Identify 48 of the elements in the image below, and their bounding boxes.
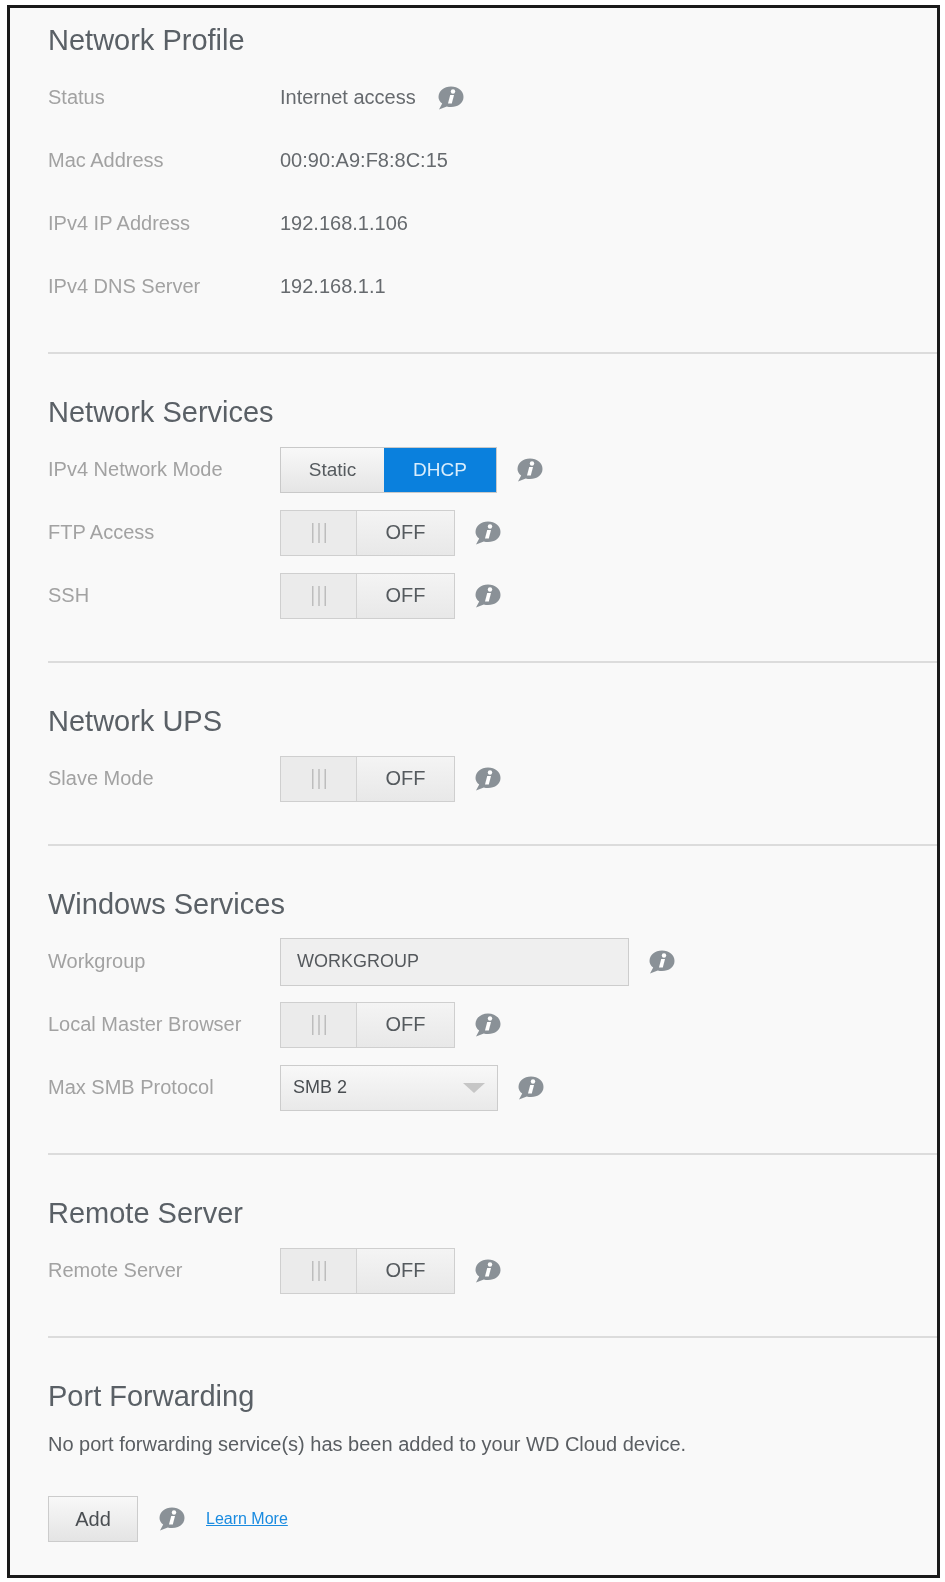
field-label: FTP Access xyxy=(48,521,156,544)
section-title: Network Profile xyxy=(48,23,246,57)
segment-option[interactable]: DHCP xyxy=(384,447,496,492)
info-icon[interactable] xyxy=(473,583,501,608)
toggle-switch[interactable]: OFF xyxy=(280,1247,455,1294)
grip-icon xyxy=(310,522,327,543)
field-label: Mac Address xyxy=(48,149,165,172)
info-icon[interactable] xyxy=(515,457,543,482)
toggle-switch[interactable]: OFF xyxy=(280,509,455,556)
info-icon[interactable] xyxy=(473,1012,501,1037)
grip-icon xyxy=(310,768,327,789)
info-icon[interactable] xyxy=(157,1507,185,1531)
field-label: SSH xyxy=(48,584,91,607)
field-value: 00:90:A9:F8:8C:15 xyxy=(280,149,448,172)
add-button[interactable]: Add xyxy=(48,1496,138,1542)
info-icon[interactable] xyxy=(473,766,501,791)
field-value: Internet access xyxy=(280,86,416,109)
field-label: IPv4 Network Mode xyxy=(48,458,224,481)
grip-icon xyxy=(310,1014,327,1035)
info-icon[interactable] xyxy=(473,1258,501,1283)
toggle-switch[interactable]: OFF xyxy=(280,1001,455,1048)
toggle-switch[interactable]: OFF xyxy=(280,572,455,619)
section-title: Port Forwarding xyxy=(48,1379,256,1413)
field-label: Workgroup xyxy=(48,950,147,973)
message-text: No port forwarding service(s) has been added to your WD Cloud device. xyxy=(48,1432,688,1456)
field-label: Slave Mode xyxy=(48,767,155,790)
field-value: 192.168.1.106 xyxy=(280,212,408,235)
dropdown-select[interactable]: SMB 2 xyxy=(280,1064,498,1111)
section-title: Network Services xyxy=(48,395,275,429)
section-title: Remote Server xyxy=(48,1196,244,1230)
section-title: Windows Services xyxy=(48,887,286,921)
field-value: 192.168.1.1 xyxy=(280,275,386,298)
toggle-switch[interactable]: OFF xyxy=(280,755,455,802)
grip-icon xyxy=(310,585,327,606)
text-field[interactable]: WORKGROUP xyxy=(280,937,629,986)
field-label: Remote Server xyxy=(48,1259,184,1282)
field-label: IPv4 IP Address xyxy=(48,212,191,235)
field-label: IPv4 DNS Server xyxy=(48,275,202,298)
info-icon[interactable] xyxy=(647,949,675,974)
field-label: Local Master Browser xyxy=(48,1013,243,1036)
section-title: Network UPS xyxy=(48,704,224,738)
field-label: Status xyxy=(48,86,106,109)
grip-icon xyxy=(310,1260,327,1281)
learn-more-link[interactable]: Learn More xyxy=(206,1510,288,1528)
info-icon[interactable] xyxy=(516,1075,544,1100)
caret-icon xyxy=(463,1082,485,1093)
info-icon[interactable] xyxy=(473,520,501,545)
field-label: Max SMB Protocol xyxy=(48,1076,215,1099)
